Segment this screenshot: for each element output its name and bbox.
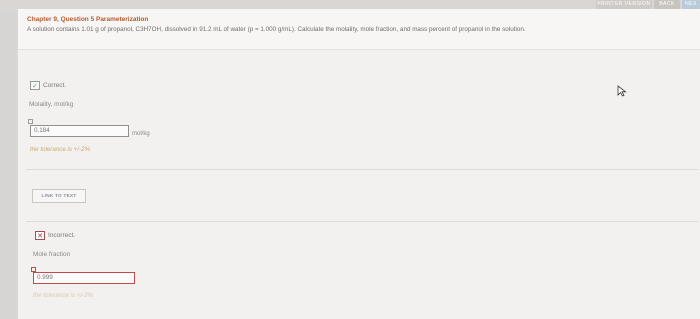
- mouse-cursor-icon: [617, 85, 627, 97]
- printer-version-button[interactable]: PRINTER VERSION: [596, 0, 652, 9]
- next-button[interactable]: NEX: [682, 0, 700, 9]
- molality-answer-field[interactable]: 0.184: [30, 125, 129, 137]
- incorrect-status-label: Incorrect.: [48, 232, 76, 239]
- section-divider: [26, 169, 698, 170]
- question-panel: Chapter 9, Question 5 Parameterization A…: [17, 9, 700, 319]
- molality-tolerance: the tolerance is +/-2%: [30, 146, 91, 153]
- question-text: A solution contains 1.01 g of propanol, …: [27, 26, 526, 33]
- correct-status: ✓ Correct.: [30, 81, 66, 90]
- back-button[interactable]: BACK: [654, 0, 680, 9]
- question-header: Chapter 9, Question 5 Parameterization A…: [18, 9, 700, 50]
- link-to-text-button[interactable]: LINK TO TEXT: [32, 189, 86, 203]
- mole-fraction-answer-field[interactable]: 0.999: [33, 272, 135, 284]
- molality-label: Molality, mol/kg: [29, 101, 74, 108]
- mole-fraction-label: Mole fraction: [33, 251, 71, 258]
- mole-fraction-tolerance: the tolerance is +/-2%: [33, 292, 94, 299]
- correct-status-label: Correct.: [43, 82, 67, 89]
- molality-unit: mol/kg: [132, 131, 150, 137]
- incorrect-status: ✕ Incorrect.: [35, 231, 75, 240]
- x-icon: ✕: [35, 231, 45, 240]
- section-divider: [26, 221, 698, 222]
- question-title: Chapter 9, Question 5 Parameterization: [27, 16, 149, 23]
- answer-flag-icon: [28, 119, 33, 124]
- check-icon: ✓: [30, 81, 40, 90]
